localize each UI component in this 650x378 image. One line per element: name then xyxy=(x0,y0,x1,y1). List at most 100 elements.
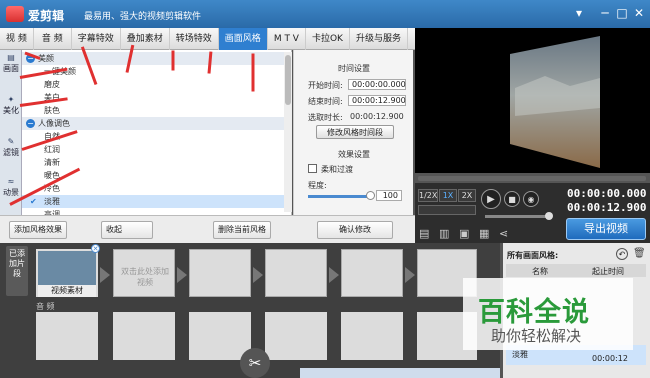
tab-video[interactable]: 视 频 xyxy=(0,28,34,50)
frame-step-buttons[interactable] xyxy=(418,205,476,215)
speed-half-button[interactable]: 1/2X xyxy=(418,189,438,202)
fade-checkbox[interactable] xyxy=(308,164,317,173)
list-item[interactable]: 肤色 xyxy=(22,104,284,117)
degree-field[interactable]: 100 xyxy=(376,190,402,201)
tab-overlay[interactable]: 叠加素材 xyxy=(121,28,170,50)
end-time-label: 结束时间: xyxy=(308,97,343,106)
start-time-field[interactable]: 00:00:00.000 xyxy=(348,79,406,90)
settings-panel: 时间设置 开始时间: 00:00:00.000 结束时间: 00:00:12.9… xyxy=(293,50,413,215)
audio-slot[interactable] xyxy=(189,312,251,360)
volume-handle[interactable] xyxy=(545,212,553,220)
main-tab-bar: 视 频 音 频 字幕特效 叠加素材 转场特效 画面风格 M T V 卡拉OK 升… xyxy=(0,28,415,50)
volume-slider[interactable] xyxy=(485,215,549,218)
sidebar-item-label: 美化 xyxy=(3,106,19,115)
sidebar-item-label: 动景 xyxy=(3,188,19,197)
list-item-selected[interactable]: ✔ 淡雅 xyxy=(22,195,284,208)
degree-label: 程度: xyxy=(308,181,327,190)
minimize-icon[interactable]: ─ xyxy=(596,5,614,21)
audio-track-label: 音 频 xyxy=(36,302,55,311)
app-logo-icon xyxy=(6,6,24,22)
arrow-right-icon xyxy=(100,267,110,283)
menu-icon[interactable]: ▾ xyxy=(570,5,588,21)
audio-slot[interactable] xyxy=(265,312,327,360)
list-item[interactable]: 冷色 xyxy=(22,182,284,195)
list-item[interactable]: 磨皮 xyxy=(22,78,284,91)
sidebar-item-label: 画面 xyxy=(3,64,19,73)
back-icon[interactable]: ↶ xyxy=(616,248,628,260)
sidebar-item-filter[interactable]: ✎ 滤镜 xyxy=(0,136,22,176)
col-time: 起止时间 xyxy=(592,267,624,276)
timeline-scrollbar[interactable] xyxy=(300,368,500,378)
empty-clip-slot[interactable] xyxy=(341,249,403,297)
effect-settings-title: 效果设置 xyxy=(338,150,370,159)
tab-picture-style[interactable]: 画面风格 xyxy=(218,28,268,50)
export-video-button[interactable]: 导出视频 xyxy=(566,218,646,240)
sidebar-item-beautify[interactable]: ✦ 美化 xyxy=(0,94,22,134)
speed-normal-button[interactable]: 1X xyxy=(439,189,457,202)
tab-upgrade[interactable]: 升级与服务 xyxy=(350,28,408,50)
styles-table-header: 名称 起止时间 xyxy=(506,264,646,277)
picture-icon: ▤ xyxy=(7,53,15,62)
maximize-icon[interactable]: □ xyxy=(613,5,631,21)
current-time: 00:00:00.000 xyxy=(567,187,647,200)
empty-clip-slot[interactable] xyxy=(265,249,327,297)
tab-transition[interactable]: 转场特效 xyxy=(170,28,219,50)
video-clip-thumbnail[interactable]: 视频素材 xyxy=(36,249,98,297)
settings-icon[interactable]: ▦ xyxy=(479,227,489,240)
open-icon[interactable]: ▥ xyxy=(439,227,449,240)
list-item-label: 淡雅 xyxy=(44,197,60,206)
col-name: 名称 xyxy=(532,267,548,276)
stop-icon[interactable]: ■ xyxy=(504,191,520,207)
empty-clip-slot[interactable] xyxy=(189,249,251,297)
list-item[interactable]: 高调 xyxy=(22,208,284,215)
play-icon[interactable]: ▶ xyxy=(481,189,501,209)
speed-double-button[interactable]: 2X xyxy=(458,189,476,202)
sidebar-item-picture[interactable]: ▤ 画面 xyxy=(0,52,22,92)
brush-icon: ✎ xyxy=(7,137,15,146)
annotation-arrow xyxy=(171,50,175,71)
tab-mtv[interactable]: M T V xyxy=(268,28,306,50)
tab-karaoke[interactable]: 卡拉OK xyxy=(306,28,350,50)
start-time-label: 开始时间: xyxy=(308,81,343,90)
snapshot-icon[interactable]: ◉ xyxy=(523,191,539,207)
add-effect-button[interactable]: 添加风格效果 xyxy=(9,221,67,239)
end-time-field[interactable]: 00:00:12.900 xyxy=(348,95,406,106)
collapse-label: 收起 xyxy=(106,225,122,234)
row-name: 淡雅 xyxy=(512,350,528,359)
video-preview xyxy=(415,28,650,173)
tab-audio[interactable]: 音 频 xyxy=(34,28,72,50)
degree-slider[interactable] xyxy=(308,195,372,198)
scissors-icon[interactable]: ✂ xyxy=(240,348,270,378)
group-label: 美颜 xyxy=(38,54,54,63)
empty-clip-slot[interactable]: 双击此处添加视频 xyxy=(113,249,175,297)
audio-slot[interactable] xyxy=(36,312,98,360)
sidebar-item-motion[interactable]: ≈ 动景 xyxy=(0,176,22,216)
arrow-right-icon xyxy=(329,267,339,283)
confirm-modify-button[interactable]: 确认修改 xyxy=(317,221,393,239)
confirm-label: 确认修改 xyxy=(339,225,371,234)
list-item[interactable]: 红润 xyxy=(22,143,284,156)
list-item[interactable]: 清新 xyxy=(22,156,284,169)
folder-icon[interactable]: ▤ xyxy=(419,227,429,240)
save-icon[interactable]: ▣ xyxy=(459,227,469,240)
empty-hint: 双击此处添加视频 xyxy=(121,267,169,287)
degree-slider-handle[interactable] xyxy=(366,191,375,200)
row-time: 00:00:12 xyxy=(592,354,628,363)
share-icon[interactable]: ⋖ xyxy=(499,227,508,240)
remove-clip-icon[interactable]: ✕ xyxy=(91,244,100,253)
preview-progress-bar[interactable] xyxy=(418,176,646,181)
audio-slot[interactable] xyxy=(113,312,175,360)
audio-slot[interactable] xyxy=(341,312,403,360)
export-label: 导出视频 xyxy=(584,222,628,235)
group-header-beauty[interactable]: − 美颜 xyxy=(22,52,284,65)
tab-subtitle-effects[interactable]: 字幕特效 xyxy=(72,28,121,50)
modify-time-button[interactable]: 修改风格时间段 xyxy=(316,125,394,139)
collapse-button[interactable]: 收起 xyxy=(101,221,153,239)
group-header-portrait[interactable]: − 人像调色 xyxy=(22,117,284,130)
close-icon[interactable]: ✕ xyxy=(630,5,648,21)
delete-current-button[interactable]: 删除当前风格 xyxy=(213,221,271,239)
arrow-right-icon xyxy=(253,267,263,283)
wave-icon: ≈ xyxy=(7,177,15,186)
trash-icon[interactable]: 🗑 xyxy=(633,248,646,259)
list-scrollbar-thumb[interactable] xyxy=(285,55,291,105)
